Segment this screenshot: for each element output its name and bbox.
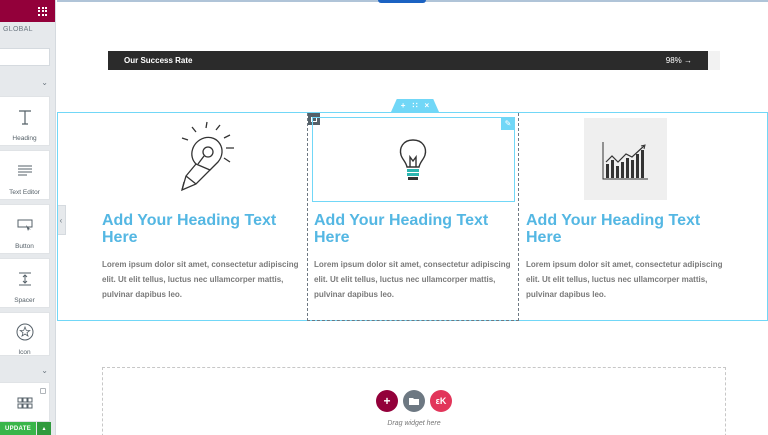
pro-section-toggle[interactable]: ⌄ [0, 364, 56, 378]
template-kit-button[interactable]: εK [430, 390, 452, 412]
apps-grid-icon[interactable] [38, 6, 47, 16]
add-section-button[interactable]: + [376, 390, 398, 412]
progress-value: 98% → [666, 56, 692, 65]
edit-pencil-icon[interactable]: ✎ [501, 117, 515, 130]
spacer-icon [15, 269, 35, 289]
star-icon [15, 323, 35, 341]
progress-track [708, 51, 720, 70]
folder-icon [409, 398, 419, 405]
column-1-heading: Add Your Heading Text Here [102, 212, 277, 246]
arrow-right-icon: → [684, 56, 692, 65]
pencil-bulb-icon [180, 121, 234, 192]
panel-header [0, 0, 55, 22]
update-options-button[interactable]: ▴ [37, 422, 51, 435]
gallery-icon [15, 393, 35, 413]
widget-label: Icon [18, 349, 31, 356]
widget-label: Spacer [14, 297, 35, 304]
column-3-heading: Add Your Heading Text Here [526, 212, 701, 246]
column-3-text: Lorem ipsum dolor sit amet, consectetur … [526, 260, 723, 299]
column-2-text: Lorem ipsum dolor sit amet, consectetur … [314, 260, 511, 299]
column-2-heading: Add Your Heading Text Here [314, 212, 489, 246]
widget-text-editor[interactable]: Text Editor [0, 150, 50, 200]
dropzone-label: Drag widget here [387, 420, 441, 427]
widget-icon[interactable]: Icon [0, 312, 50, 356]
kit-icon: εK [435, 396, 447, 406]
update-button[interactable]: UPDATE [0, 422, 36, 435]
progress-bar[interactable]: Our Success Rate 98% → [108, 51, 708, 70]
lock-icon [40, 388, 46, 394]
widget-label: Heading [12, 135, 37, 142]
editor-window: GLOBAL ⌄ Heading Text Editor Button Spac… [0, 0, 768, 435]
widget-label: Text Editor [9, 189, 40, 196]
column-1-text: Lorem ipsum dolor sit amet, consectetur … [102, 260, 299, 299]
chevron-down-icon: ⌄ [41, 366, 48, 375]
bar-chart-icon [602, 142, 648, 180]
add-template-button[interactable] [403, 390, 425, 412]
basic-section-toggle[interactable]: ⌄ [0, 76, 56, 90]
button-icon [15, 215, 35, 235]
widget-heading[interactable]: Heading [0, 96, 50, 146]
panel-footer: UPDATE ▴ [0, 422, 56, 435]
lightbulb-icon [399, 139, 427, 180]
widget-panel: GLOBAL ⌄ Heading Text Editor Button Spac… [0, 0, 56, 435]
drag-icon[interactable]: ∷ [412, 101, 417, 110]
preview-tab[interactable] [378, 0, 426, 3]
section-handle[interactable]: + ∷ × [391, 99, 439, 112]
tab-global[interactable]: GLOBAL [3, 26, 33, 33]
close-icon[interactable]: × [425, 101, 430, 110]
widget-label: Button [15, 243, 34, 250]
widget-button[interactable]: Button [0, 204, 50, 254]
chevron-down-icon: ⌄ [41, 78, 48, 87]
add-icon[interactable]: + [401, 101, 406, 110]
widget-search-input[interactable] [0, 48, 50, 66]
text-editor-icon [15, 161, 35, 181]
widget-spacer[interactable]: Spacer [0, 258, 50, 308]
progress-label: Our Success Rate [124, 56, 193, 65]
progress-percent: 98% [665, 56, 682, 65]
heading-icon [15, 107, 35, 127]
